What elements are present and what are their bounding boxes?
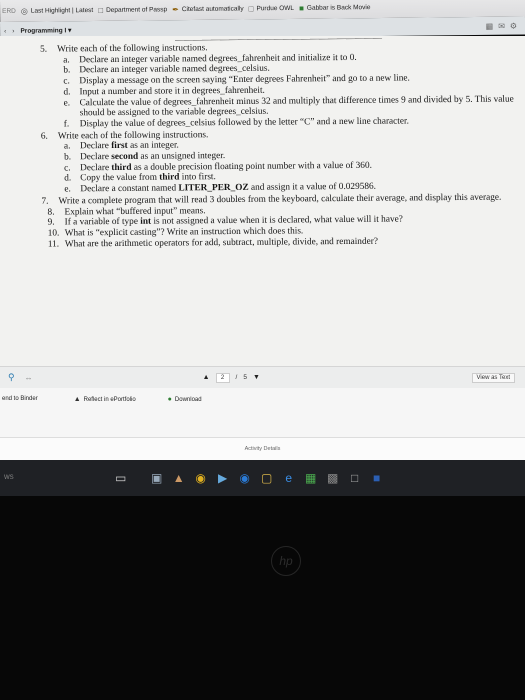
chevron-down-icon: ▾ [68, 27, 72, 35]
activity-details-link[interactable]: Activity Details [245, 446, 281, 452]
bookmark-gabbar[interactable]: ■ Gabbar is Back Movie [298, 3, 371, 13]
toolbar-icons: ▦ ✉ ⚙ [486, 21, 518, 30]
reflect-eportfolio-button[interactable]: ▲ Reflect in ePortfolio [74, 396, 136, 403]
bookmark-department-of-passports[interactable]: □ Department of Passp [98, 5, 168, 15]
bookmark-label: Department of Passp [106, 5, 168, 14]
bookmark-label: Last Highlight | Latest [30, 6, 94, 15]
activity-footer: Activity Details [0, 438, 525, 460]
page-total: 5 [243, 374, 247, 381]
settings-icon[interactable]: ⚙ [510, 21, 517, 30]
reflect-label: Reflect in ePortfolio [83, 396, 136, 403]
taskbar: WS ▭ ▣ ▲ ◉ ▶ ◉ ▢ e ▦ ▩ □ ■ [0, 460, 525, 496]
task-view-icon[interactable]: ▭ [110, 471, 132, 485]
onenote-icon[interactable]: □ [344, 471, 366, 485]
globe-icon: ◎ [20, 6, 28, 16]
hp-app-icon[interactable]: ◉ [234, 471, 256, 485]
hp-logo-icon: hp [271, 546, 301, 576]
gabbar-icon: ■ [298, 3, 304, 13]
back-icon[interactable]: ‹ [4, 27, 6, 34]
bookmark-label: Purdue OWL [256, 4, 295, 12]
download-label: Download [174, 396, 202, 403]
bookmark-label: Citefast automatically [181, 4, 244, 13]
word-icon[interactable]: ■ [366, 471, 388, 485]
laptop-bezel: hp [0, 496, 525, 700]
page-separator: / [235, 374, 238, 381]
course-label: Programming I [20, 27, 67, 35]
course-dropdown[interactable]: Programming I ▾ [20, 26, 71, 35]
zoom-icon[interactable]: ⚲ [8, 372, 15, 383]
page-navigator: ▲ 2 / 5 ▼ [203, 372, 260, 383]
media-app-icon[interactable]: ▶ [212, 471, 234, 485]
download-button[interactable]: ● Download [168, 396, 202, 403]
store-icon[interactable]: ▦ [300, 471, 322, 485]
paint-app-icon[interactable]: ▲ [168, 471, 190, 485]
chevron-right-icon: › [12, 27, 15, 35]
reflect-icon: ▲ [73, 396, 81, 403]
action-strip: end to Binder ▲ Reflect in ePortfolio ● … [0, 388, 525, 438]
citefast-icon: ✒ [172, 4, 179, 14]
page-icon: □ [98, 5, 104, 15]
document-page: ——————————————————————— 5. Write each of… [0, 36, 525, 250]
edge-icon[interactable]: e [278, 471, 300, 485]
file-explorer-icon[interactable]: ▢ [256, 471, 278, 485]
mail-icon[interactable]: ✉ [498, 21, 505, 30]
download-icon: ● [167, 396, 172, 403]
send-to-binder-label: end to Binder [2, 396, 38, 402]
send-to-binder-button[interactable]: end to Binder [2, 396, 38, 402]
grid-icon[interactable]: ▦ [486, 21, 494, 30]
bookmark-label: Gabbar is Back Movie [306, 3, 371, 12]
bookmark-erd[interactable]: ERD [2, 7, 16, 14]
network-icon[interactable]: ▩ [322, 471, 344, 485]
document-viewer: ——————————————————————— 5. Write each of… [0, 36, 525, 366]
viewer-toolbar: ⚲ ↔ ▲ 2 / 5 ▼ View as Text [0, 366, 525, 388]
bookmark-label: ERD [2, 7, 16, 15]
chrome-icon[interactable]: ◉ [190, 471, 212, 485]
page-number-input[interactable]: 2 [215, 372, 230, 383]
bookmark-purdue-owl[interactable]: □ Purdue OWL [248, 3, 295, 13]
view-as-text-button[interactable]: View as Text [471, 372, 515, 383]
prev-page-button[interactable]: ▲ [203, 374, 210, 381]
ws-label: WS [4, 475, 14, 481]
bookmark-citefast[interactable]: ✒ Citefast automatically [172, 4, 244, 14]
bookmark-last-highlight[interactable]: ◎ Last Highlight | Latest [21, 6, 93, 16]
photos-app-icon[interactable]: ▣ [146, 471, 168, 485]
fit-width-icon[interactable]: ↔ [25, 373, 33, 382]
page-icon: □ [248, 3, 254, 13]
next-page-button[interactable]: ▼ [253, 374, 260, 381]
